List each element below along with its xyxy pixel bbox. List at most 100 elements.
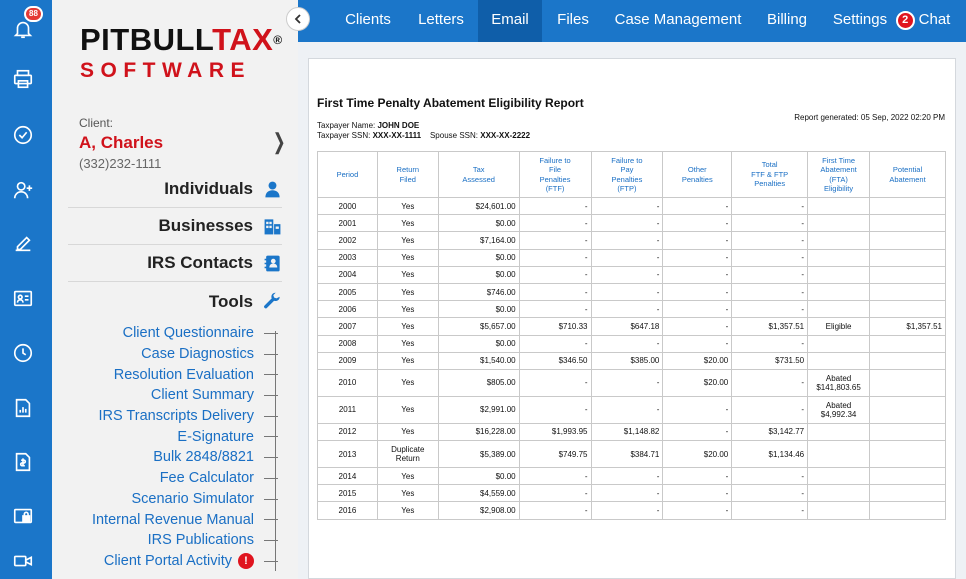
- table-cell: $385.00: [590, 351, 664, 370]
- table-cell: -: [518, 265, 592, 284]
- person-icon: [265, 181, 280, 197]
- table-cell: Yes: [376, 368, 439, 397]
- table-cell: $0.00: [437, 265, 520, 284]
- report-chart-icon[interactable]: [12, 397, 34, 419]
- table-cell: $20.00: [662, 368, 733, 397]
- table-cell: 2014: [317, 467, 378, 486]
- table-cell: [807, 196, 871, 216]
- table-cell: [869, 467, 946, 486]
- table-cell: -: [731, 196, 809, 216]
- tool-bulk-2848-8821[interactable]: Bulk 2848/8821: [78, 447, 278, 468]
- printer-icon[interactable]: [12, 68, 34, 90]
- table-cell: $731.50: [731, 351, 809, 370]
- table-cell: -: [731, 334, 809, 353]
- table-cell: [869, 422, 946, 442]
- nav-chat[interactable]: 2 Chat: [892, 0, 954, 42]
- table-cell: -: [518, 282, 592, 302]
- table-cell: [807, 248, 871, 267]
- table-cell: Yes: [376, 196, 439, 216]
- tool-irs-transcripts-delivery[interactable]: IRS Transcripts Delivery: [78, 406, 278, 427]
- nav-letters[interactable]: Letters: [410, 0, 472, 42]
- table-cell: $20.00: [662, 440, 733, 469]
- table-cell: $0.00: [437, 300, 520, 319]
- table-row: 2016 Yes $2,908.00- - - -: [317, 501, 946, 520]
- table-row: 2008 Yes $0.00- - - -: [317, 334, 946, 353]
- table-cell: -: [662, 300, 733, 319]
- nav-files[interactable]: Files: [550, 0, 596, 42]
- table-row: 2013 Duplicate Return $5,389.00 $749.75 $384.…: [317, 440, 946, 469]
- tool-client-questionnaire[interactable]: Client Questionnaire: [78, 323, 278, 344]
- section-businesses[interactable]: Businesses: [68, 208, 282, 245]
- client-name[interactable]: A, Charles: [79, 133, 289, 153]
- tool-internal-revenue-manual[interactable]: Internal Revenue Manual: [78, 509, 278, 530]
- tool-client-summary[interactable]: Client Summary: [78, 385, 278, 406]
- table-cell: -: [662, 214, 733, 233]
- tool-client-portal-activity[interactable]: Client Portal Activity!: [78, 551, 278, 572]
- table-cell: -: [590, 214, 664, 233]
- taxpayer-name: Taxpayer Name: JOHN DOE: [317, 121, 420, 130]
- table-cell: -: [731, 282, 809, 302]
- column-header: Potential Abatement: [869, 151, 946, 198]
- table-cell: Yes: [376, 317, 439, 336]
- table-cell: 2007: [317, 317, 378, 336]
- table-cell: Yes: [376, 282, 439, 302]
- table-cell: -: [518, 300, 592, 319]
- top-navigation: Clients Letters Email Files Case Managem…: [298, 0, 966, 42]
- table-cell: -: [518, 484, 592, 503]
- table-cell: -: [662, 248, 733, 267]
- contact-card-icon[interactable]: [12, 287, 34, 309]
- table-cell: -: [662, 334, 733, 353]
- column-header: Other Penalties: [662, 151, 733, 198]
- column-header: Tax Assessed: [437, 151, 520, 198]
- table-row: 2010 Yes $805.00- - $20.00- Abated $141,803.65: [317, 368, 946, 397]
- address-book-icon: [264, 255, 280, 271]
- wrench-icon: [264, 292, 280, 309]
- video-icon[interactable]: [12, 550, 34, 572]
- client-info: Client: A, Charles (332)232-1111: [79, 116, 289, 171]
- tool-e-signature[interactable]: E-Signature: [78, 426, 278, 447]
- nav-clients[interactable]: Clients: [334, 0, 402, 42]
- chevron-right-icon[interactable]: ❯: [273, 129, 286, 155]
- table-cell: Yes: [376, 467, 439, 486]
- bell-icon[interactable]: 88: [12, 6, 43, 40]
- nav-case-management[interactable]: Case Management: [610, 0, 746, 42]
- edit-icon[interactable]: [12, 232, 34, 254]
- table-cell: $1,993.95: [518, 422, 592, 442]
- table-cell: -: [662, 196, 733, 216]
- tool-resolution-evaluation[interactable]: Resolution Evaluation: [78, 364, 278, 385]
- table-row: 2007 Yes $5,657.00 $710.33 $647.18- $1,357.51…: [317, 317, 946, 336]
- table-cell: -: [590, 282, 664, 302]
- clock-icon[interactable]: [12, 342, 34, 364]
- check-circle-icon[interactable]: [12, 124, 34, 146]
- table-cell: -: [731, 467, 809, 486]
- nav-settings[interactable]: Settings: [830, 0, 890, 42]
- tool-irs-publications[interactable]: IRS Publications: [78, 530, 278, 551]
- tool-fee-calculator[interactable]: Fee Calculator: [78, 468, 278, 489]
- section-tools[interactable]: Tools: [68, 283, 282, 320]
- penalty-abatement-table: Period Return Filed Tax Assessed Failure to Fi…: [317, 151, 946, 520]
- section-irs-contacts[interactable]: IRS Contacts: [68, 245, 282, 282]
- table-cell: Yes: [376, 395, 439, 424]
- table-row: 2015 Yes $4,559.00- - - -: [317, 484, 946, 503]
- nav-email[interactable]: Email: [478, 0, 542, 42]
- table-row: 2003 Yes $0.00- - - -: [317, 248, 946, 267]
- nav-billing[interactable]: Billing: [760, 0, 814, 42]
- invoice-icon[interactable]: [12, 451, 34, 473]
- lock-screen-icon[interactable]: [12, 505, 34, 527]
- column-header: Period: [317, 151, 378, 198]
- tool-case-diagnostics[interactable]: Case Diagnostics: [78, 344, 278, 365]
- tool-scenario-simulator[interactable]: Scenario Simulator: [78, 489, 278, 510]
- tools-list: Client Questionnaire Case Diagnostics Re…: [78, 323, 278, 571]
- section-individuals[interactable]: Individuals: [68, 171, 282, 208]
- table-cell: Abated $141,803.65: [807, 368, 871, 397]
- client-sidebar: PITBULLTAX® SOFTWARE Client: A, Charles …: [52, 0, 298, 579]
- table-cell: [869, 334, 946, 353]
- table-cell: -: [731, 214, 809, 233]
- table-cell: $749.75: [518, 440, 592, 469]
- table-cell: -: [590, 368, 664, 397]
- table-row: 2011 Yes $2,991.00- - - - Abated $4,992.34: [317, 395, 946, 424]
- collapse-sidebar-button[interactable]: [286, 7, 310, 31]
- table-cell: $2,908.00: [437, 501, 520, 520]
- alert-icon: !: [238, 552, 254, 569]
- add-user-icon[interactable]: [12, 179, 34, 201]
